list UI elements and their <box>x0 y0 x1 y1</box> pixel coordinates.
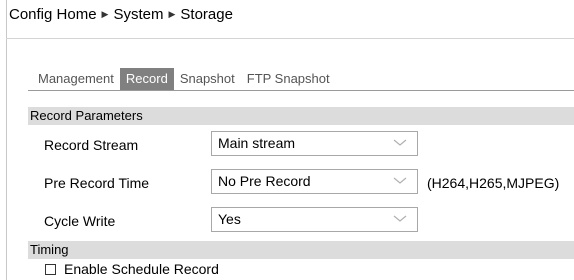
enable-schedule-record-checkbox[interactable] <box>45 263 56 275</box>
pre-record-time-value: No Pre Record <box>218 173 311 189</box>
chevron-down-icon <box>393 139 407 146</box>
breadcrumb: Config Home ▶ System ▶ Storage <box>9 6 233 23</box>
cycle-write-select[interactable]: Yes <box>211 207 418 232</box>
section-header-record-parameters: Record Parameters <box>28 107 574 125</box>
cycle-write-value: Yes <box>218 211 241 227</box>
record-stream-select[interactable]: Main stream <box>211 131 418 156</box>
record-stream-label: Record Stream <box>44 137 139 153</box>
enable-schedule-record-label[interactable]: Enable Schedule Record <box>64 261 219 277</box>
triangle-right-icon: ▶ <box>168 9 176 19</box>
tab-ftp-snapshot[interactable]: FTP Snapshot <box>241 68 336 90</box>
breadcrumb-item-storage: Storage <box>180 6 233 23</box>
pre-record-codec-hint: (H264,H265,MJPEG) <box>427 175 560 191</box>
breadcrumb-item-config-home[interactable]: Config Home <box>9 6 97 23</box>
enable-schedule-record-row: Enable Schedule Record <box>45 261 219 277</box>
chevron-down-icon <box>393 177 407 184</box>
tab-snapshot[interactable]: Snapshot <box>174 68 241 90</box>
triangle-right-icon: ▶ <box>101 9 109 19</box>
tab-divider <box>28 90 574 91</box>
cycle-write-label: Cycle Write <box>44 213 116 229</box>
tab-bar: Management Record Snapshot FTP Snapshot <box>32 68 336 90</box>
pre-record-time-label: Pre Record Time <box>44 175 150 191</box>
section-header-timing: Timing <box>28 241 574 259</box>
breadcrumb-item-system[interactable]: System <box>113 6 163 23</box>
header-divider <box>6 38 574 39</box>
tab-management[interactable]: Management <box>32 68 120 90</box>
pre-record-time-select[interactable]: No Pre Record <box>211 169 418 194</box>
record-stream-value: Main stream <box>218 135 296 151</box>
chevron-down-icon <box>393 215 407 222</box>
tab-record[interactable]: Record <box>119 68 174 90</box>
